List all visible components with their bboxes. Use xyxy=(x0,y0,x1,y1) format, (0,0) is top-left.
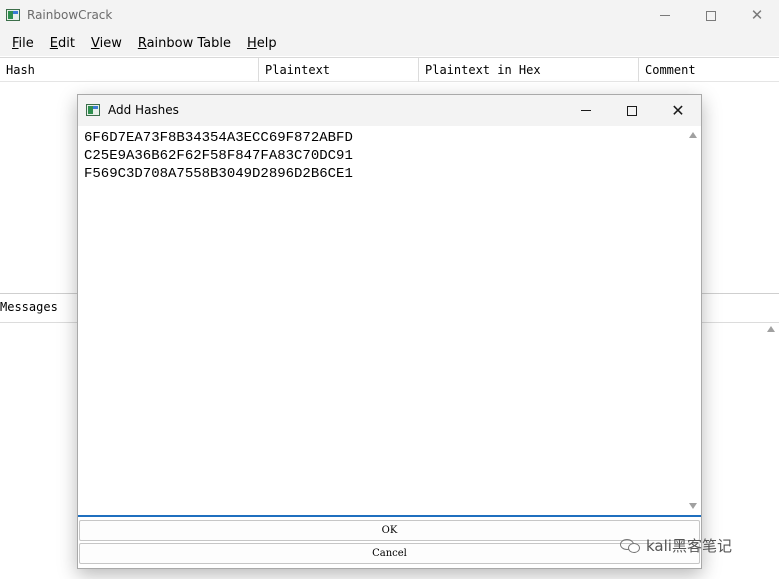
close-button[interactable]: ✕ xyxy=(734,0,779,31)
ok-button[interactable]: OK xyxy=(79,520,700,541)
hash-line: C25E9A36B62F62F58F847FA83C70DC91 xyxy=(84,148,353,164)
dialog-titlebar[interactable]: Add Hashes ✕ xyxy=(78,95,701,126)
hash-input-textarea[interactable]: 6F6D7EA73F8B34354A3ECC69F872ABFD C25E9A3… xyxy=(78,126,701,517)
menu-help-label: elp xyxy=(256,36,277,51)
menu-bar: File Edit View Rainbow Table Help xyxy=(0,31,779,56)
minimize-icon xyxy=(581,110,591,111)
main-window-title: RainbowCrack xyxy=(27,8,113,22)
add-hashes-dialog: Add Hashes ✕ 6F6D7EA73F8B34354A3ECC69F87… xyxy=(77,94,702,569)
minimize-icon xyxy=(660,15,670,16)
menu-edit-mnemonic: E xyxy=(49,36,58,51)
hash-line: F569C3D708A7558B3049D2896D2B6CE1 xyxy=(84,166,353,182)
maximize-icon xyxy=(627,105,637,116)
cancel-button[interactable]: Cancel xyxy=(79,543,700,564)
wechat-icon xyxy=(620,537,642,555)
dialog-close-button[interactable]: ✕ xyxy=(655,95,701,126)
dialog-title: Add Hashes xyxy=(108,103,179,117)
hash-table-header: Hash Plaintext Plaintext in Hex Comment xyxy=(0,57,779,82)
close-icon: ✕ xyxy=(750,6,764,24)
dialog-maximize-button[interactable] xyxy=(609,95,655,126)
menu-file-label: ile xyxy=(18,36,34,51)
menu-rainbow-table-mnemonic: R xyxy=(137,36,147,51)
hash-lines: 6F6D7EA73F8B34354A3ECC69F872ABFD C25E9A3… xyxy=(84,129,353,183)
close-icon: ✕ xyxy=(671,100,685,120)
scroll-down-arrow-icon[interactable] xyxy=(689,503,697,509)
maximize-button[interactable] xyxy=(688,0,734,31)
menu-view-mnemonic: V xyxy=(90,36,100,51)
watermark: kali黑客笔记 xyxy=(620,535,732,556)
menu-help[interactable]: Help xyxy=(239,36,285,51)
watermark-text: kali黑客笔记 xyxy=(646,537,732,555)
column-header-plaintext-hex[interactable]: Plaintext in Hex xyxy=(419,58,639,82)
column-header-hash[interactable]: Hash xyxy=(0,58,259,82)
menu-edit[interactable]: Edit xyxy=(42,36,83,51)
menu-view[interactable]: View xyxy=(83,36,130,51)
column-header-comment[interactable]: Comment xyxy=(639,58,779,82)
menu-rainbow-table-label: ainbow Table xyxy=(146,36,231,51)
menu-rainbow-table[interactable]: Rainbow Table xyxy=(130,36,239,51)
menu-help-mnemonic: H xyxy=(246,36,257,51)
maximize-icon xyxy=(706,10,716,21)
menu-edit-label: dit xyxy=(58,36,75,51)
dialog-app-icon xyxy=(86,104,100,116)
column-header-plaintext[interactable]: Plaintext xyxy=(259,58,419,82)
menu-view-label: iew xyxy=(99,36,122,51)
minimize-button[interactable] xyxy=(642,0,688,31)
scroll-up-arrow-icon[interactable] xyxy=(689,132,697,138)
menu-file[interactable]: File xyxy=(4,36,42,51)
dialog-minimize-button[interactable] xyxy=(563,95,609,126)
messages-scroll-up-icon[interactable] xyxy=(767,326,775,332)
hash-line: 6F6D7EA73F8B34354A3ECC69F872ABFD xyxy=(84,130,353,146)
messages-label: Messages xyxy=(0,300,58,314)
editor-vertical-scrollbar[interactable] xyxy=(686,126,701,515)
main-titlebar[interactable]: RainbowCrack ✕ xyxy=(0,0,779,31)
rainbowcrack-app-icon xyxy=(6,9,20,21)
